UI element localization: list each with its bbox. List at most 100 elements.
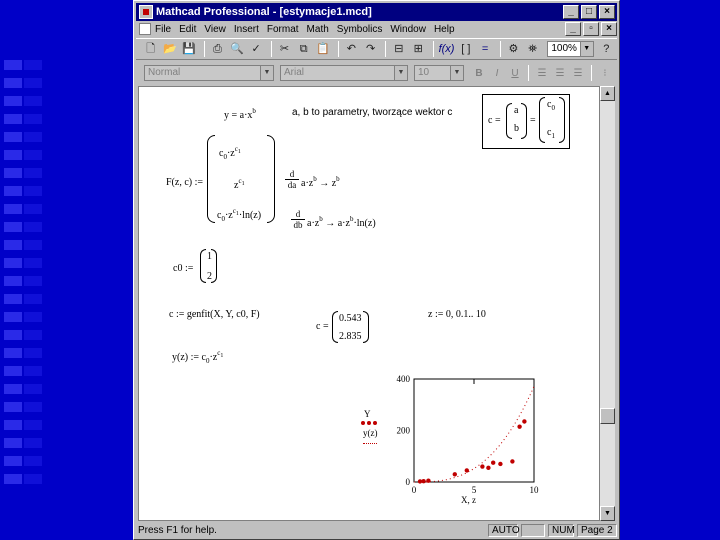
- status-auto: AUTO: [488, 524, 520, 537]
- minimize-button[interactable]: _: [563, 5, 579, 19]
- redo-icon[interactable]: ↷: [362, 41, 379, 57]
- undo-icon[interactable]: ↶: [343, 41, 360, 57]
- italic-button[interactable]: I: [488, 68, 506, 79]
- scroll-down-icon[interactable]: ▼: [600, 506, 615, 521]
- scroll-up-icon[interactable]: ▲: [600, 86, 615, 101]
- scroll-thumb[interactable]: [600, 408, 615, 424]
- plot-frame: [413, 378, 535, 483]
- model-region[interactable]: y = a·xb: [224, 107, 256, 121]
- c-vector-a: a: [514, 105, 519, 116]
- insert-function-icon[interactable]: f(x): [438, 41, 455, 57]
- menu-file[interactable]: File: [155, 24, 171, 35]
- chevron-down-icon[interactable]: ▼: [579, 42, 593, 56]
- close-button[interactable]: ×: [599, 5, 615, 19]
- spellcheck-icon[interactable]: ✓: [247, 41, 264, 57]
- da-fraction: d da: [285, 169, 299, 190]
- font-size-value: 10: [418, 67, 430, 78]
- font-select[interactable]: Arial ▼: [280, 65, 408, 81]
- document-icon[interactable]: [139, 23, 151, 35]
- maximize-button[interactable]: □: [581, 5, 597, 19]
- menu-symbolics[interactable]: Symbolics: [337, 24, 383, 35]
- menu-view[interactable]: View: [204, 24, 226, 35]
- status-caps: [521, 524, 545, 537]
- align-left-icon[interactable]: ☰: [533, 68, 551, 79]
- bullets-icon[interactable]: ⁝: [596, 68, 614, 79]
- style-select[interactable]: Normal ▼: [144, 65, 274, 81]
- menu-edit[interactable]: Edit: [179, 24, 196, 35]
- menu-insert[interactable]: Insert: [234, 24, 259, 35]
- status-help: Press F1 for help.: [138, 525, 217, 536]
- bold-button[interactable]: B: [470, 68, 488, 79]
- F-definition-lhs[interactable]: F(z, c) :=: [166, 177, 203, 188]
- align-across-icon[interactable]: ⊟: [390, 41, 407, 57]
- title-bar[interactable]: Mathcad Professional - [estymacje1.mcd] …: [136, 3, 617, 21]
- fit-curve: [414, 386, 535, 483]
- legend-yfit: y(z): [363, 428, 378, 438]
- x-tick-label: 5: [472, 485, 477, 495]
- mathcad-app-icon[interactable]: [139, 5, 153, 19]
- range-definition[interactable]: z := 0, 0.1.. 10: [428, 309, 486, 320]
- menu-format[interactable]: Format: [267, 24, 299, 35]
- yfit-definition[interactable]: y(z) := c0·zc1: [172, 349, 223, 365]
- underline-button[interactable]: U: [506, 68, 524, 79]
- help-icon[interactable]: ?: [598, 41, 615, 57]
- data-point: [522, 419, 527, 424]
- align-center-icon[interactable]: ☰: [551, 68, 569, 79]
- model-definition: y = a·x: [224, 110, 253, 121]
- print-icon[interactable]: ⎙: [209, 41, 226, 57]
- chevron-down-icon[interactable]: ▼: [394, 66, 407, 80]
- component-icon[interactable]: ⚙: [505, 41, 522, 57]
- resource-center-icon[interactable]: ⛯: [524, 41, 541, 57]
- genfit-definition[interactable]: c := genfit(X, Y, c0, F): [169, 309, 260, 320]
- x-tick-label: 10: [530, 485, 540, 495]
- new-icon[interactable]: 🗋: [142, 41, 159, 57]
- vertical-scrollbar[interactable]: ▲ ▼: [600, 86, 615, 521]
- c-vector-b: b: [514, 123, 519, 134]
- mathcad-window: Mathcad Professional - [estymacje1.mcd] …: [133, 0, 620, 540]
- align-right-icon[interactable]: ☰: [569, 68, 587, 79]
- save-icon[interactable]: 💾: [181, 41, 198, 57]
- menu-math[interactable]: Math: [307, 24, 329, 35]
- F-row-3: c0·zc1·ln(z): [217, 207, 262, 223]
- da-expression[interactable]: a·zb → zb: [301, 175, 340, 189]
- open-icon[interactable]: 📂: [161, 41, 178, 57]
- db-expression[interactable]: a·zb → a·zb·ln(z): [307, 215, 376, 229]
- copy-icon[interactable]: ⧉: [295, 41, 312, 57]
- doc-minimize-button[interactable]: _: [565, 22, 581, 36]
- fit-plot[interactable]: 0 200 400 0 5 10: [349, 367, 549, 512]
- slide-background-pattern: [0, 0, 80, 540]
- parameter-note[interactable]: a, b to parametry, tworzące wektor c: [292, 107, 452, 118]
- worksheet[interactable]: y = a·xb a, b to parametry, tworzące wek…: [138, 86, 600, 521]
- doc-restore-button[interactable]: ▫: [583, 22, 599, 36]
- c-vector-eq: =: [530, 115, 536, 126]
- db-fraction: d db: [291, 209, 305, 230]
- align-down-icon[interactable]: ⊞: [410, 41, 427, 57]
- zoom-select[interactable]: 100% ▼: [547, 41, 594, 57]
- data-point: [510, 459, 515, 464]
- data-point: [464, 468, 469, 473]
- style-value: Normal: [148, 67, 181, 78]
- data-point: [486, 465, 491, 471]
- menu-help[interactable]: Help: [434, 24, 455, 35]
- status-bar: Press F1 for help. AUTO NUM Page 2: [136, 523, 617, 538]
- model-exponent: b: [252, 107, 256, 115]
- menu-bar: File Edit View Insert Format Math Symbol…: [136, 21, 617, 37]
- data-point: [452, 472, 457, 477]
- chevron-down-icon[interactable]: ▼: [260, 66, 273, 80]
- y-tick-label: 200: [397, 426, 411, 436]
- standard-toolbar: 🗋 📂 💾 ⎙ 🔍 ✓ ✂ ⧉ 📋 ↶ ↷ ⊟ ⊞ f(x) [ ] = ⚙ ⛯…: [136, 38, 617, 60]
- c0-definition[interactable]: c0 :=: [173, 263, 193, 274]
- x-tick-label: 0: [412, 485, 417, 495]
- doc-close-button[interactable]: ×: [601, 22, 617, 36]
- x-axis-label: X, z: [461, 495, 476, 505]
- c-result-lhs[interactable]: c =: [316, 321, 329, 332]
- print-preview-icon[interactable]: 🔍: [228, 41, 245, 57]
- paste-icon[interactable]: 📋: [314, 41, 331, 57]
- cut-icon[interactable]: ✂: [276, 41, 293, 57]
- font-size-select[interactable]: 10 ▼: [414, 65, 464, 81]
- chevron-down-icon[interactable]: ▼: [450, 66, 463, 80]
- insert-unit-icon[interactable]: [ ]: [457, 41, 474, 57]
- calculate-icon[interactable]: =: [476, 41, 493, 57]
- menu-window[interactable]: Window: [390, 24, 426, 35]
- data-point: [480, 464, 485, 469]
